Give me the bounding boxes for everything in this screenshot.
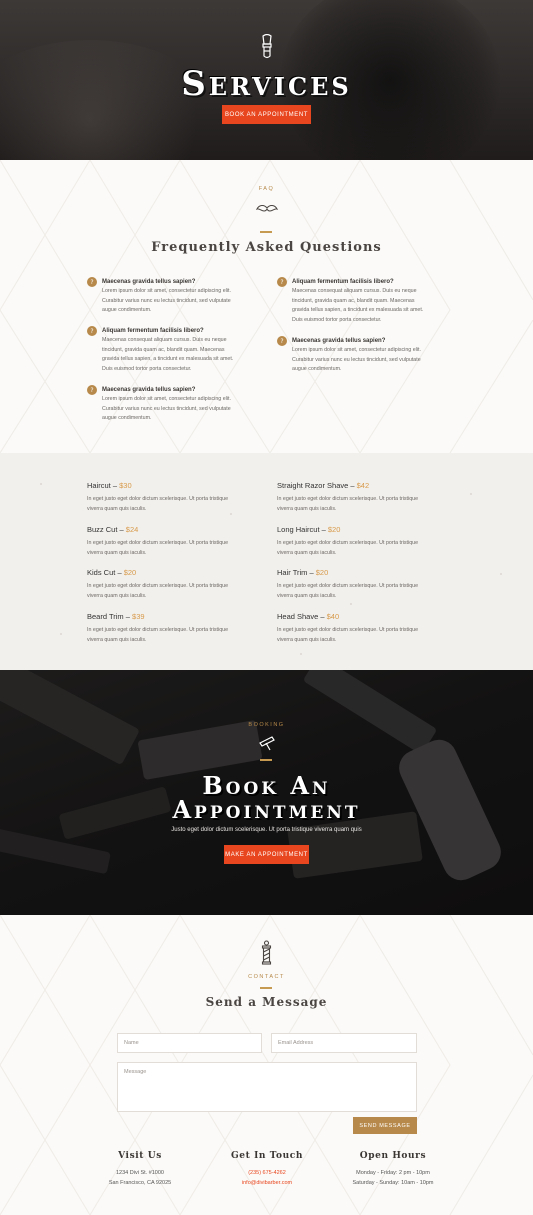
- question-icon: ?: [87, 385, 97, 395]
- contact-section: Contact Send a Message Name Email Addres…: [0, 915, 533, 1215]
- price-item-hair-trim: Hair Trim – $20 In eget justo eget dolor…: [277, 568, 419, 599]
- divider: [260, 231, 272, 233]
- divider: [260, 759, 272, 761]
- question-icon: ?: [87, 326, 97, 336]
- question-icon: ?: [87, 277, 97, 287]
- price-item-straight-razor-shave: Straight Razor Shave – $42 In eget justo…: [277, 481, 419, 512]
- contact-title: Send a Message: [205, 995, 328, 1009]
- razor-icon: [259, 736, 275, 751]
- faq-section: FAQ Frequently Asked Questions ? Maecena…: [0, 160, 533, 453]
- pricing-section: Haircut – $30 In eget justo eget dolor d…: [0, 453, 533, 670]
- hero-section: Services Book An Appointment: [0, 0, 533, 160]
- faq-title: Frequently Asked Questions: [151, 240, 382, 255]
- contact-eyebrow: Contact: [248, 974, 285, 980]
- email-field[interactable]: Email Address: [271, 1033, 417, 1053]
- page-title: Services: [181, 64, 352, 104]
- price-item-kids-cut: Kids Cut – $20 In eget justo eget dolor …: [87, 568, 229, 599]
- name-field[interactable]: Name: [117, 1033, 262, 1053]
- barber-pole-icon: [261, 940, 272, 965]
- message-field[interactable]: Message: [117, 1062, 417, 1112]
- booking-eyebrow: Booking: [248, 722, 285, 728]
- price-item-long-haircut: Long Haircut – $20 In eget justo eget do…: [277, 525, 419, 556]
- booking-subtitle: Justo eget dolor dictum scelerisque. Ut …: [171, 827, 362, 833]
- price-item-beard-trim: Beard Trim – $39 In eget justo eget dolo…: [87, 612, 229, 643]
- question-icon: ?: [277, 336, 287, 346]
- send-message-button[interactable]: Send Message: [353, 1117, 417, 1134]
- faq-item[interactable]: ? Maecenas gravida tellus sapien? Lorem …: [87, 385, 272, 424]
- open-hours-column: Open Hours Monday - Friday: 2 pm - 10pm …: [352, 1151, 434, 1186]
- booking-title: Book An Appointment: [172, 771, 361, 824]
- faq-eyebrow: FAQ: [258, 186, 275, 192]
- price-item-buzz-cut: Buzz Cut – $24 In eget justo eget dolor …: [87, 525, 229, 556]
- price-item-haircut: Haircut – $30 In eget justo eget dolor d…: [87, 481, 229, 512]
- faq-item[interactable]: ? Maecenas gravida tellus sapien? Lorem …: [87, 277, 272, 316]
- price-item-head-shave: Head Shave – $40 In eget justo eget dolo…: [277, 612, 419, 643]
- shaving-brush-icon: [262, 34, 272, 59]
- make-appointment-button[interactable]: Make An Appointment: [224, 845, 309, 864]
- question-icon: ?: [277, 277, 287, 287]
- email-link[interactable]: info@divibarber.com: [202, 1179, 332, 1189]
- faq-item[interactable]: ? Maecenas gravida tellus sapien? Lorem …: [277, 336, 462, 375]
- faq-item[interactable]: ? Aliquam fermentum facilisis libero? Ma…: [87, 326, 272, 374]
- get-in-touch-column: Get In Touch (235) 675-4262 info@divibar…: [202, 1151, 332, 1188]
- mustache-icon: [256, 205, 278, 212]
- faq-item[interactable]: ? Aliquam fermentum facilisis libero? Ma…: [277, 277, 462, 325]
- book-appointment-button[interactable]: Book An Appointment: [222, 105, 311, 124]
- phone-link[interactable]: (235) 675-4262: [202, 1169, 332, 1179]
- divider: [260, 987, 272, 989]
- booking-section: Booking Book An Appointment Justo eget d…: [0, 670, 533, 915]
- visit-us-column: Visit Us 1234 Divi St. #1000 San Francis…: [108, 1151, 172, 1186]
